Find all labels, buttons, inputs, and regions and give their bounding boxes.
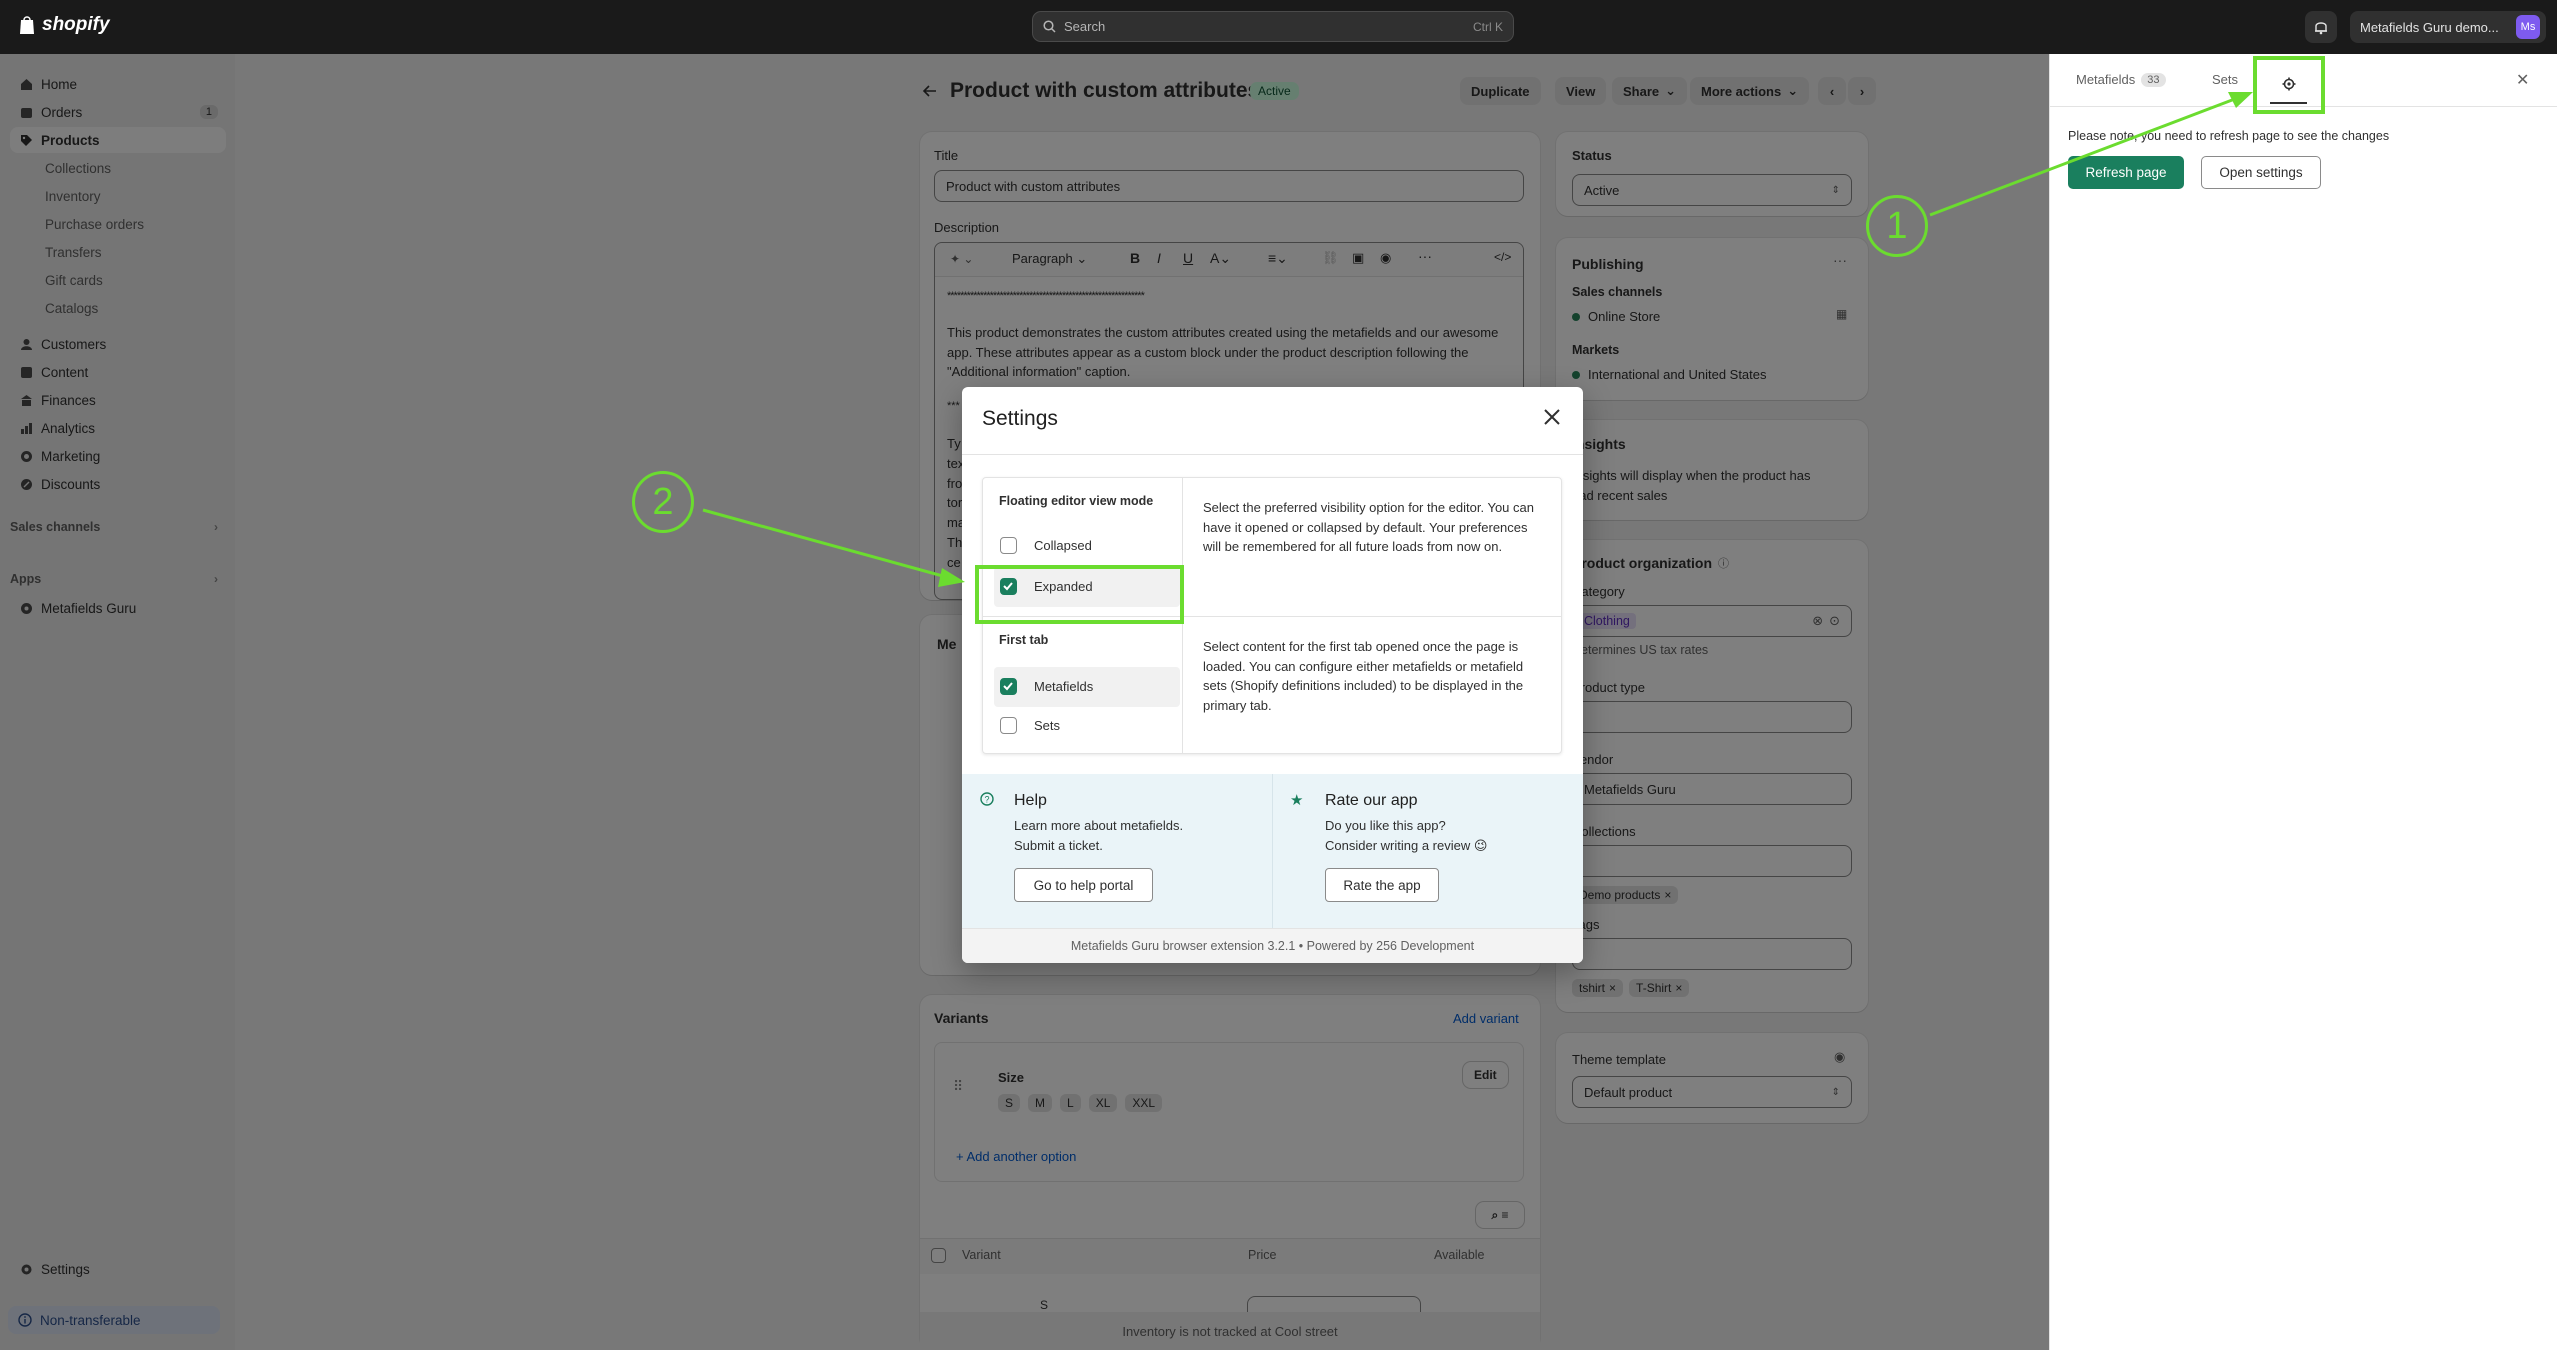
annotation-marker-1: 1 bbox=[1866, 195, 1928, 257]
arrow-1-line bbox=[1929, 95, 2241, 217]
arrow-2-line bbox=[702, 508, 951, 580]
arrow-2-head bbox=[938, 568, 965, 587]
annotation-arrows bbox=[702, 92, 2253, 587]
annotation-marker-2: 2 bbox=[632, 471, 694, 533]
